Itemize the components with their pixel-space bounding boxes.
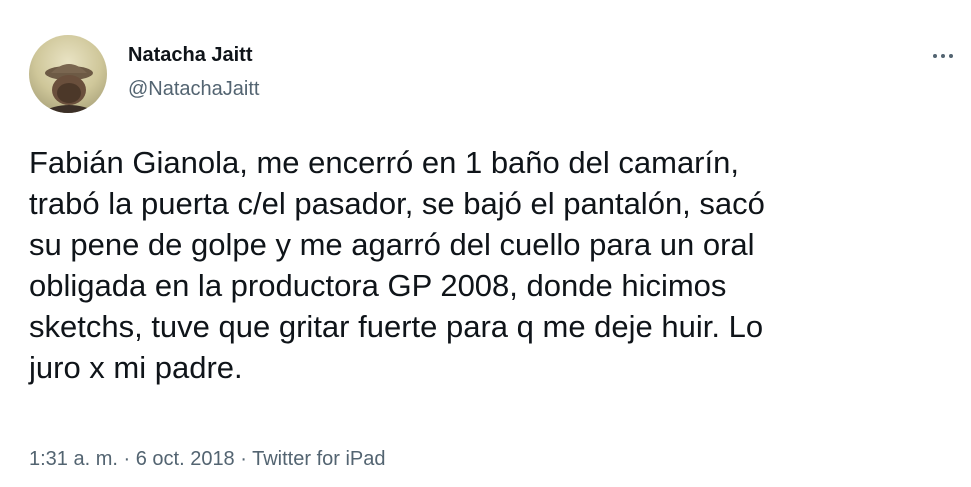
tweet-card: Natacha Jaitt @NatachaJaitt Fabián Giano… xyxy=(0,0,971,487)
tweet-text-line: su pene de golpe y me agarró del cuello … xyxy=(29,227,755,262)
more-dot xyxy=(933,54,937,58)
tweet-text-line: juro x mi padre. xyxy=(29,350,243,385)
meta-separator: · xyxy=(234,448,253,470)
meta-separator: · xyxy=(117,448,136,470)
tweet-text-line: trabó la puerta c/el pasador, se bajó el… xyxy=(29,186,765,221)
more-dot xyxy=(941,54,945,58)
more-dot xyxy=(949,54,953,58)
profile-photo-icon xyxy=(29,35,107,113)
tweet-meta: 1:31 a. m. · 6 oct. 2018 · Twitter for i… xyxy=(29,445,386,473)
tweet-text-line: obligada en la productora GP 2008, donde… xyxy=(29,268,727,303)
tweet-text-line: sketchs, tuve que gritar fuerte para q m… xyxy=(29,309,764,344)
tweet-text-line: Fabián Gianola, me encerró en 1 baño del… xyxy=(29,145,739,180)
avatar[interactable] xyxy=(29,35,107,113)
author-handle[interactable]: @NatachaJaitt xyxy=(128,76,259,102)
tweet-text: Fabián Gianola, me encerró en 1 baño del… xyxy=(29,142,959,388)
more-options-icon[interactable] xyxy=(925,43,961,69)
tweet-source[interactable]: Twitter for iPad xyxy=(252,448,385,470)
tweet-time[interactable]: 1:31 a. m. xyxy=(29,448,118,470)
tweet-date[interactable]: 6 oct. 2018 xyxy=(136,448,235,470)
author-display-name[interactable]: Natacha Jaitt xyxy=(128,42,253,68)
